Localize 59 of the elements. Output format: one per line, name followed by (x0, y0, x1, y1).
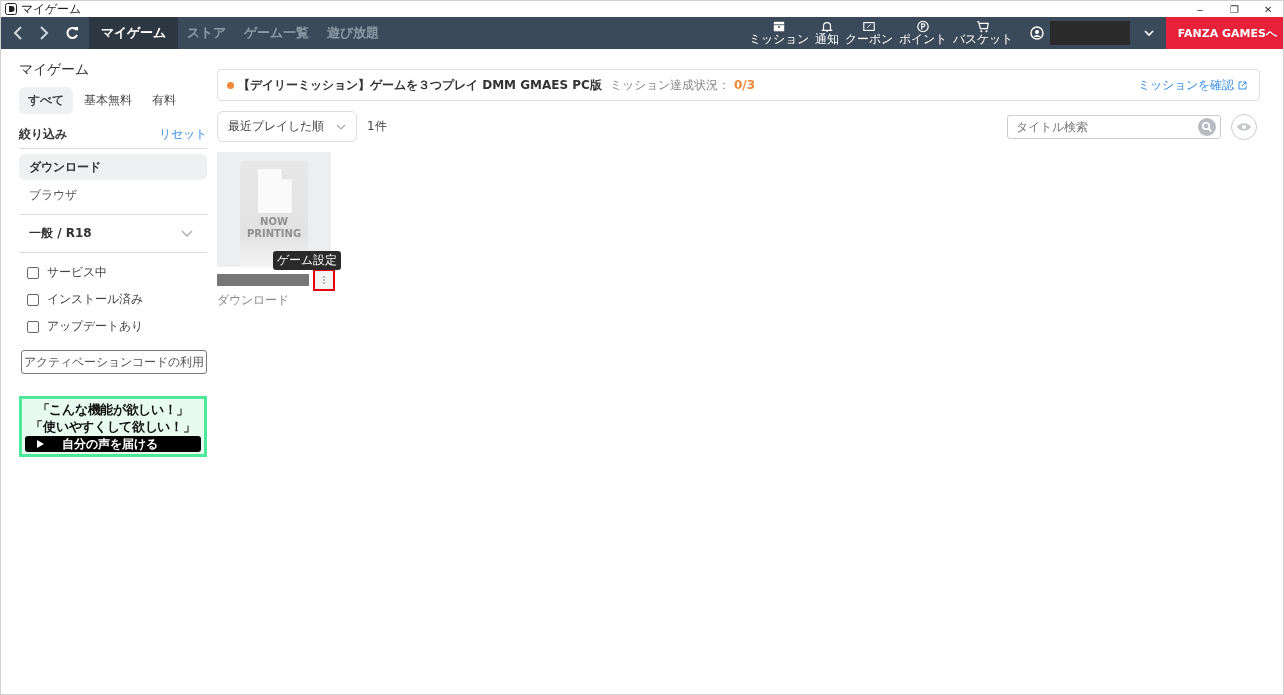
result-count: 1件 (367, 118, 387, 135)
play-icon (37, 440, 44, 448)
mission-status-label: ミッション達成状況： (609, 76, 730, 94)
window-title: マイゲーム (21, 1, 81, 18)
checkbox[interactable] (27, 293, 39, 306)
toolbar-button[interactable]: バスケット (949, 20, 1016, 46)
price-tab[interactable]: 基本無料 (75, 87, 141, 114)
chevron-down-icon (336, 123, 346, 130)
filter-label: 絞り込み (19, 126, 67, 143)
platform-item[interactable]: ブラウザ (19, 182, 207, 208)
toolbar-button[interactable]: 通知 (811, 20, 842, 46)
tooltip: ゲーム設定 (273, 251, 341, 270)
feedback-button[interactable]: 自分の声を届ける (25, 436, 201, 452)
mission-status: 0/3 (733, 78, 755, 92)
toolbar-button[interactable]: ポイント (895, 20, 950, 46)
game-platform: ダウンロード (217, 292, 290, 309)
price-tab[interactable]: 有料 (143, 87, 185, 114)
cart-icon[interactable] (975, 20, 990, 33)
caret-icon[interactable] (1143, 29, 1154, 37)
bell-icon[interactable] (819, 20, 834, 33)
mission-text: 【デイリーミッション】ゲームを３つプレイ DMM GMAES PC版 (238, 76, 602, 94)
window-control[interactable]: ❐ (1219, 1, 1249, 17)
point-icon[interactable] (915, 20, 930, 33)
checkbox[interactable] (27, 266, 39, 279)
banner-text: 「こんな機能が欲しい！」 (36, 401, 190, 418)
checkbox-label: アップデートあり (47, 318, 143, 335)
checkbox-label: サービス中 (47, 264, 107, 281)
sort-dropdown[interactable]: 最近プレイした順 (217, 111, 357, 142)
nav-tab[interactable]: マイゲーム (89, 17, 178, 49)
eye-icon (1236, 121, 1252, 132)
fanza-games-button[interactable]: FANZA GAMESへ (1165, 17, 1283, 49)
back-icon[interactable] (13, 26, 23, 40)
activation-code-button[interactable]: アクティベーションコードの利用 (21, 350, 207, 374)
window-control[interactable]: – (1185, 1, 1215, 17)
status-dot (227, 81, 234, 89)
sidebar-title: マイゲーム (19, 61, 90, 79)
external-link-icon[interactable] (1238, 80, 1247, 90)
checkbox-label: インストール済み (47, 291, 143, 308)
toolbar-button[interactable]: クーポン (841, 20, 896, 46)
reset-link[interactable]: リセット (159, 126, 207, 143)
mission-icon[interactable] (771, 20, 786, 33)
visibility-toggle[interactable] (1231, 113, 1257, 140)
feedback-banner[interactable]: 「こんな機能が欲しい！」 「使いやすくして欲しい！」 自分の声を届ける (19, 396, 207, 457)
app-icon (5, 3, 17, 15)
price-tab[interactable]: すべて (19, 87, 73, 114)
cover-text: NOW (260, 216, 288, 228)
forward-icon[interactable] (39, 26, 49, 40)
mission-link[interactable]: ミッションを確認 (1138, 76, 1234, 94)
banner-text: 「使いやすくして欲しい！」 (30, 418, 196, 435)
coupon-icon[interactable] (861, 20, 876, 33)
user-icon[interactable] (1029, 26, 1044, 40)
checkbox[interactable] (27, 320, 39, 333)
toolbar-button[interactable]: ミッション (745, 20, 812, 46)
rating-filter[interactable]: 一般 / R18 (29, 225, 92, 242)
cover-text: PRINTING (246, 228, 302, 240)
window-control[interactable]: ✕ (1253, 1, 1283, 17)
reload-icon[interactable] (65, 26, 79, 40)
search-field[interactable]: タイトル検索 (1007, 114, 1221, 139)
platform-item[interactable]: ダウンロード (19, 154, 207, 180)
